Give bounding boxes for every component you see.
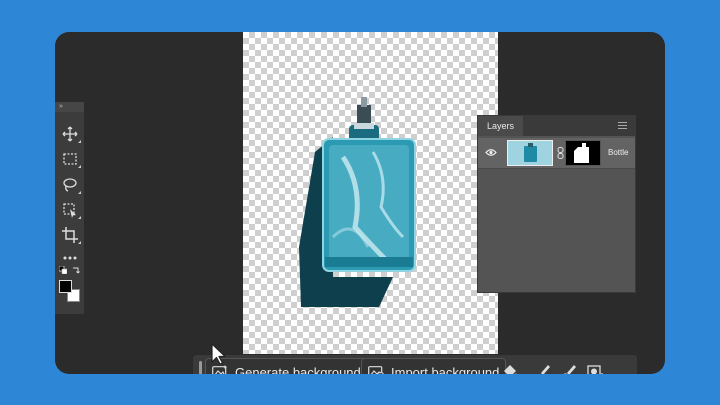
tab-layers[interactable]: Layers bbox=[478, 116, 524, 136]
marquee-tool[interactable] bbox=[60, 149, 81, 169]
crop-icon bbox=[62, 227, 78, 243]
bottle-image bbox=[299, 97, 416, 307]
mask-button[interactable] bbox=[586, 363, 604, 374]
document-canvas[interactable] bbox=[243, 32, 498, 374]
brush-button[interactable] bbox=[533, 363, 551, 374]
layer-thumbnail[interactable] bbox=[507, 140, 553, 166]
layers-panel-header: Layers bbox=[478, 116, 635, 136]
layers-panel: Layers Bottle bbox=[477, 115, 636, 293]
lasso-icon bbox=[63, 178, 77, 192]
more-tools[interactable] bbox=[60, 248, 80, 268]
foreground-color[interactable] bbox=[59, 280, 72, 293]
default-colors-icon[interactable] bbox=[59, 266, 67, 274]
panel-menu-icon[interactable] bbox=[618, 122, 627, 131]
import-image-icon bbox=[368, 366, 384, 374]
brush-icon bbox=[541, 365, 550, 374]
layer-row[interactable]: Bottle bbox=[478, 138, 635, 169]
tools-panel: » bbox=[55, 102, 84, 314]
lasso-tool[interactable] bbox=[60, 175, 81, 195]
object-select-icon bbox=[63, 203, 76, 218]
eraser-brush-button[interactable] bbox=[559, 363, 577, 374]
layer-name: Bottle bbox=[608, 148, 629, 157]
toolbar-collapse[interactable]: » bbox=[55, 102, 84, 112]
generate-background-button[interactable]: Generate background bbox=[205, 358, 368, 374]
mask-icon bbox=[587, 365, 603, 374]
swap-colors-icon[interactable] bbox=[72, 266, 80, 274]
move-icon bbox=[62, 126, 78, 142]
color-swatches bbox=[59, 280, 81, 304]
rect-marquee-icon bbox=[63, 153, 77, 165]
paint-bucket-button[interactable] bbox=[501, 363, 519, 374]
mouse-cursor-icon bbox=[211, 343, 226, 365]
ellipsis-icon bbox=[63, 256, 77, 260]
layer-mask-thumbnail[interactable] bbox=[565, 140, 601, 166]
eraser-brush-icon bbox=[563, 365, 576, 374]
drag-handle[interactable] bbox=[199, 361, 202, 374]
contextual-task-bar: Generate background Import background bbox=[192, 354, 638, 374]
generate-background-label: Generate background bbox=[235, 364, 361, 375]
object-select-tool[interactable] bbox=[60, 200, 81, 220]
generate-image-icon bbox=[212, 365, 228, 374]
paint-bucket-icon bbox=[504, 365, 517, 374]
crop-tool[interactable] bbox=[60, 225, 81, 245]
import-background-button[interactable]: Import background bbox=[361, 358, 507, 375]
app-window: » Layers Bottle Generate background Impo… bbox=[55, 32, 665, 374]
more-icon[interactable] bbox=[613, 371, 628, 374]
move-tool[interactable] bbox=[60, 124, 81, 144]
eye-icon[interactable] bbox=[485, 148, 497, 157]
link-icon[interactable] bbox=[557, 147, 564, 159]
import-background-label: Import background bbox=[391, 364, 500, 375]
